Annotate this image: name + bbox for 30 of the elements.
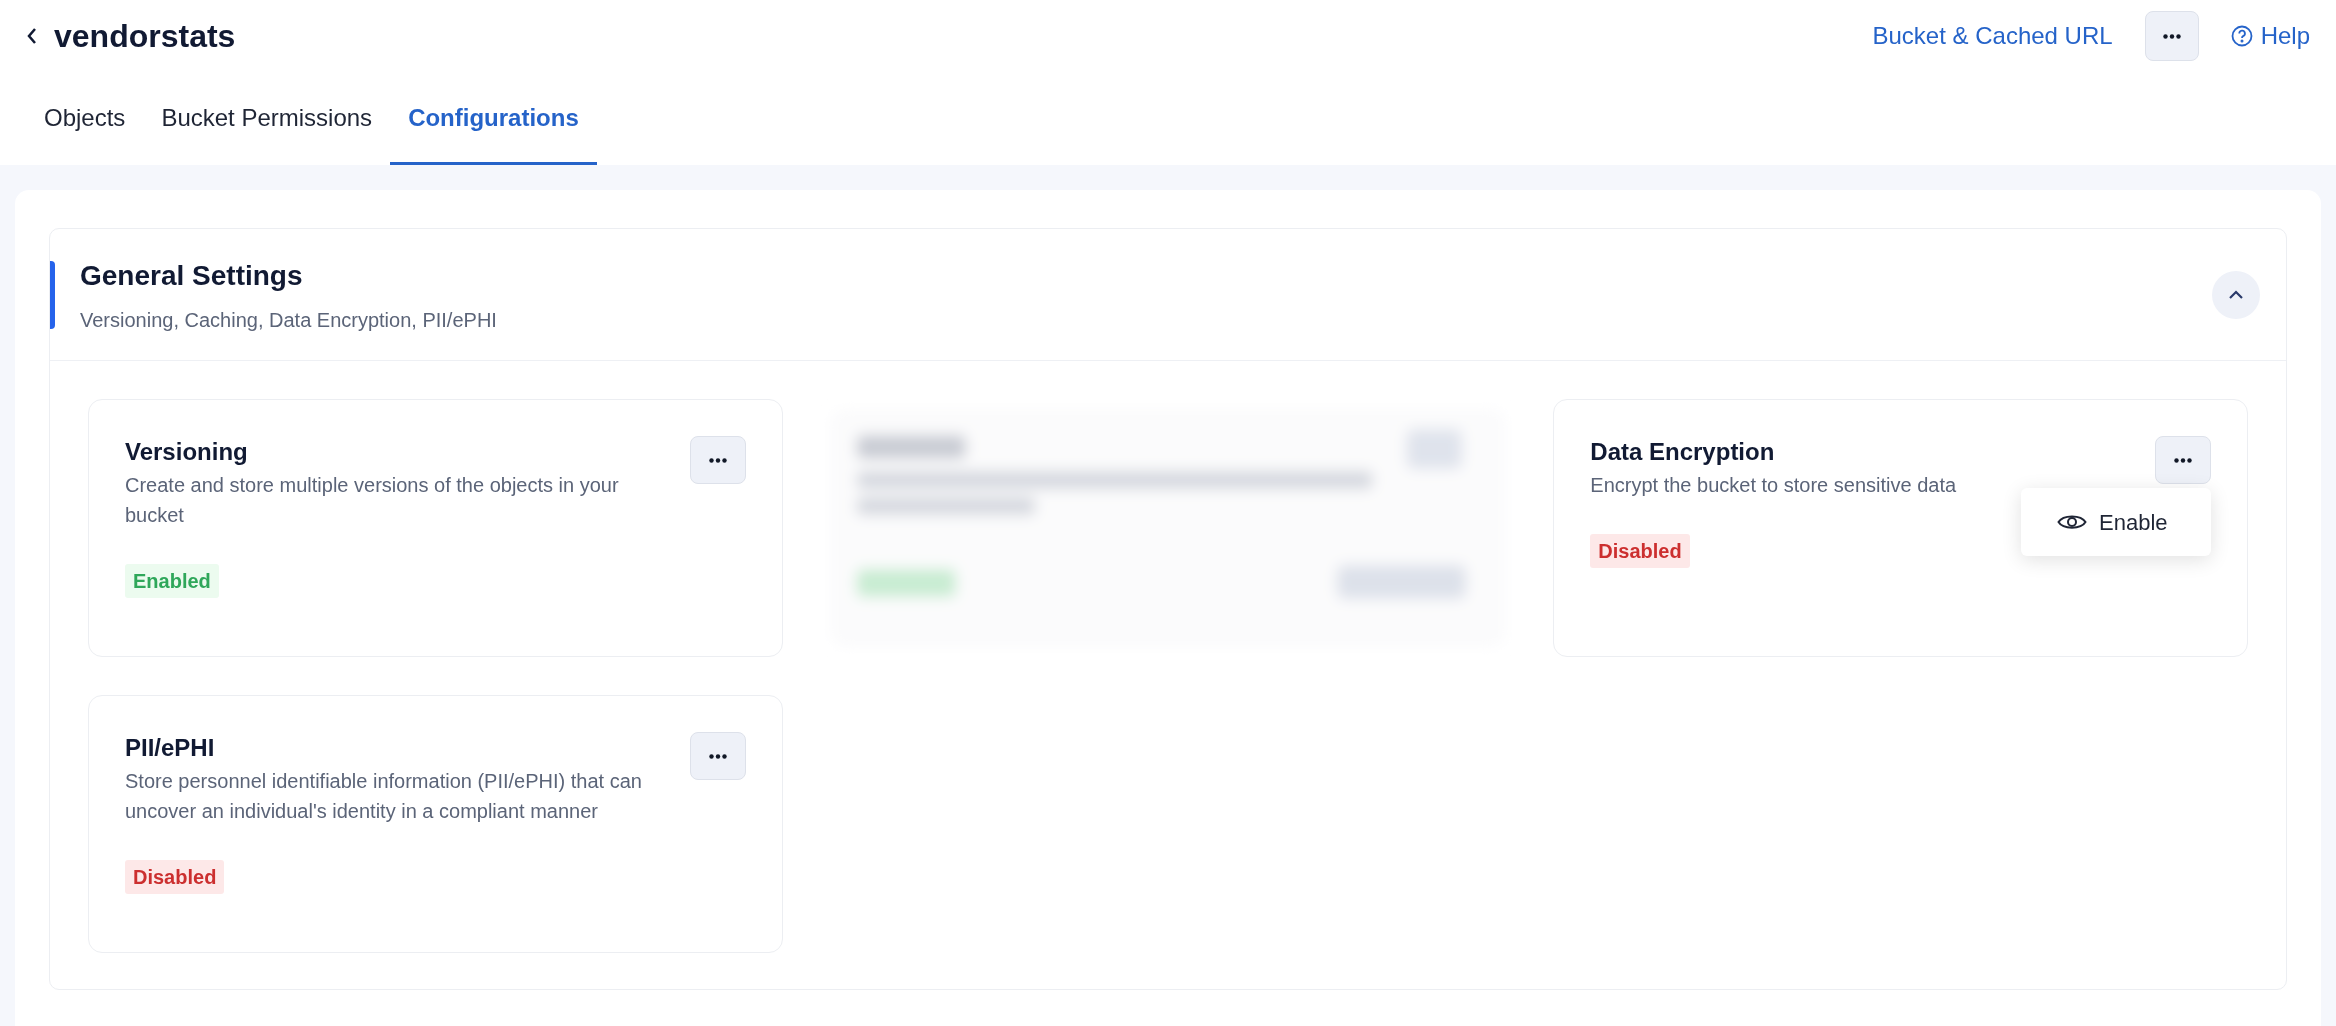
- tab[interactable]: Bucket Permissions: [143, 100, 391, 165]
- more-button[interactable]: [2155, 436, 2211, 484]
- tab[interactable]: Objects: [26, 100, 144, 165]
- more-button[interactable]: [689, 732, 746, 780]
- more-icon: [2174, 457, 2192, 463]
- chevron-icon: [2228, 289, 2244, 300]
- card-title: Versioning: [125, 437, 249, 467]
- status-badge: Disabled: [1590, 534, 1690, 568]
- more-button[interactable]: [2144, 11, 2199, 61]
- card-description: Encrypt the bucket to store sensitive data: [1590, 473, 1957, 498]
- tab[interactable]: Configurations: [390, 100, 597, 165]
- help-link[interactable]: Help: [2230, 18, 2310, 54]
- section-subtitle: Versioning, Caching, Data Encryption, PII/ePHI: [80, 307, 497, 333]
- card-title: Data Encryption: [1590, 437, 1776, 467]
- help-icon: [2230, 25, 2253, 47]
- back-icon[interactable]: [26, 26, 38, 46]
- page-title: vendorstats: [54, 17, 236, 56]
- cached-url-link[interactable]: Bucket & Cached URL: [1872, 18, 2113, 54]
- more-icon: [708, 457, 727, 463]
- section-title: General Settings: [80, 258, 304, 293]
- menu-item[interactable]: Enable: [2021, 500, 2211, 544]
- card-description: Create and store multiple versions of the objects in your bucket: [125, 473, 620, 528]
- status-badge: Enabled: [125, 564, 219, 598]
- status-badge: Disabled: [125, 860, 225, 894]
- more-button[interactable]: [689, 436, 746, 484]
- more-icon: [708, 753, 727, 759]
- eye-icon: [2057, 512, 2087, 532]
- more-icon: [2162, 33, 2181, 39]
- card-description: Store personnel identifiable information (PII/ePHI) that can uncover an individual's identity in a compliant manner: [125, 769, 643, 824]
- card-title: PII/ePHI: [125, 733, 216, 763]
